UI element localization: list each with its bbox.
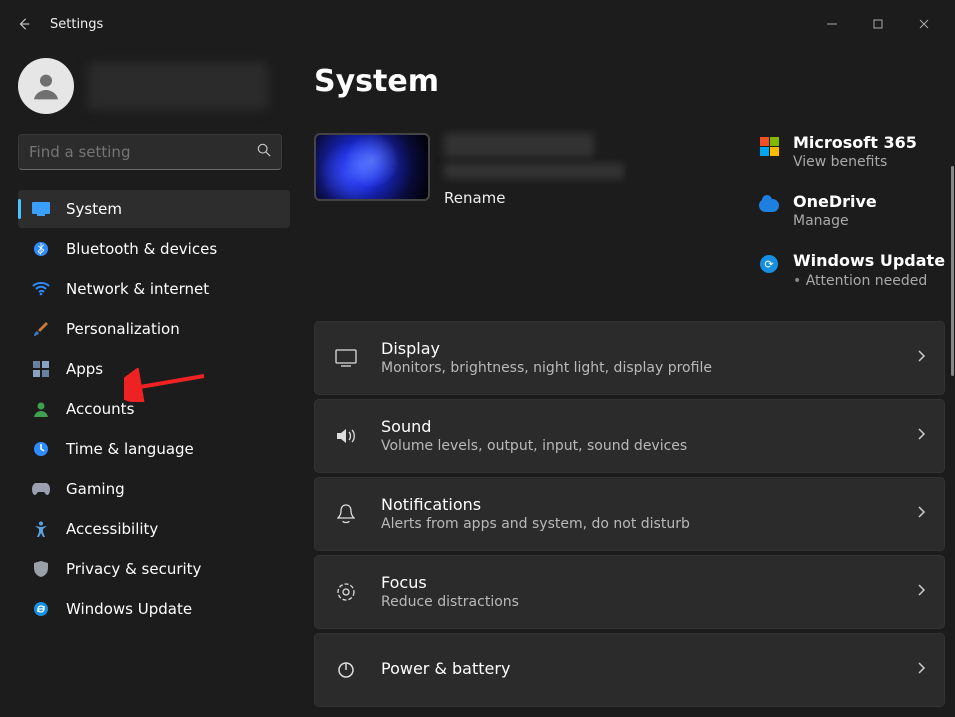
- main-content: System Rename Microsoft 365 View b: [300, 48, 955, 717]
- profile-name-redacted: [88, 62, 268, 110]
- nav-label: Accessibility: [66, 520, 280, 538]
- sound-icon: [333, 427, 359, 445]
- settings-cards: Display Monitors, brightness, night ligh…: [308, 321, 955, 707]
- card-focus[interactable]: Focus Reduce distractions: [314, 555, 945, 629]
- search-icon: [257, 143, 271, 161]
- apps-icon: [32, 360, 50, 378]
- card-title: Display: [381, 339, 896, 358]
- nav-label: Windows Update: [66, 600, 280, 618]
- sidebar: System Bluetooth & devices Network & int…: [0, 48, 300, 717]
- rename-link[interactable]: Rename: [444, 189, 624, 207]
- device-name-redacted: [444, 133, 594, 157]
- nav-apps[interactable]: Apps: [18, 350, 290, 388]
- service-subtext: Manage: [793, 213, 877, 229]
- maximize-button[interactable]: [855, 8, 901, 40]
- chevron-right-icon: [918, 350, 926, 366]
- card-subtitle: Reduce distractions: [381, 594, 896, 610]
- shield-icon: [32, 560, 50, 578]
- nav-label: Bluetooth & devices: [66, 240, 280, 258]
- system-top-row: Rename Microsoft 365 View benefits: [308, 133, 955, 289]
- focus-icon: [333, 582, 359, 602]
- service-windows-update[interactable]: ⟳ Windows Update Attention needed: [759, 251, 949, 288]
- card-power-battery[interactable]: Power & battery: [314, 633, 945, 707]
- card-title: Focus: [381, 573, 896, 592]
- avatar: [18, 58, 74, 114]
- service-subtext: Attention needed: [793, 273, 945, 289]
- device-wallpaper-thumb: [314, 133, 430, 201]
- wifi-icon: [32, 280, 50, 298]
- card-title: Power & battery: [381, 659, 896, 678]
- nav-accounts[interactable]: Accounts: [18, 390, 290, 428]
- person-icon: [32, 400, 50, 418]
- paintbrush-icon: [32, 320, 50, 338]
- chevron-right-icon: [918, 662, 926, 678]
- card-title: Sound: [381, 417, 896, 436]
- card-sound[interactable]: Sound Volume levels, output, input, soun…: [314, 399, 945, 473]
- scrollbar[interactable]: [951, 166, 954, 376]
- nav-bluetooth[interactable]: Bluetooth & devices: [18, 230, 290, 268]
- onedrive-icon: [759, 195, 779, 215]
- nav-label: Network & internet: [66, 280, 280, 298]
- display-icon: [333, 349, 359, 367]
- minimize-button[interactable]: [809, 8, 855, 40]
- services-column: Microsoft 365 View benefits OneDrive Man…: [759, 133, 949, 289]
- titlebar: Settings: [0, 0, 955, 48]
- card-display[interactable]: Display Monitors, brightness, night ligh…: [314, 321, 945, 395]
- back-button[interactable]: [8, 8, 40, 40]
- bell-icon: [333, 504, 359, 524]
- nav-label: Personalization: [66, 320, 280, 338]
- nav-personalization[interactable]: Personalization: [18, 310, 290, 348]
- nav-privacy[interactable]: Privacy & security: [18, 550, 290, 588]
- service-onedrive[interactable]: OneDrive Manage: [759, 192, 949, 229]
- service-subtext: View benefits: [793, 154, 917, 170]
- service-microsoft-365[interactable]: Microsoft 365 View benefits: [759, 133, 949, 170]
- nav-network[interactable]: Network & internet: [18, 270, 290, 308]
- nav-accessibility[interactable]: Accessibility: [18, 510, 290, 548]
- device-block[interactable]: Rename: [314, 133, 624, 289]
- card-subtitle: Volume levels, output, input, sound devi…: [381, 438, 896, 454]
- nav-label: Apps: [66, 360, 280, 378]
- chevron-right-icon: [918, 428, 926, 444]
- nav-label: Accounts: [66, 400, 280, 418]
- nav-time-language[interactable]: Time & language: [18, 430, 290, 468]
- nav-gaming[interactable]: Gaming: [18, 470, 290, 508]
- nav-label: System: [66, 200, 280, 218]
- search-input[interactable]: [29, 143, 257, 161]
- search-box[interactable]: [18, 134, 282, 170]
- gamepad-icon: [32, 480, 50, 498]
- back-arrow-icon: [17, 17, 31, 31]
- card-notifications[interactable]: Notifications Alerts from apps and syste…: [314, 477, 945, 551]
- service-label: Windows Update: [793, 251, 945, 270]
- profile-block[interactable]: [18, 56, 290, 116]
- clock-globe-icon: [32, 440, 50, 458]
- microsoft-365-icon: [759, 136, 779, 156]
- windows-update-icon: ⟳: [759, 254, 779, 274]
- update-icon: [32, 600, 50, 618]
- system-icon: [32, 200, 50, 218]
- nav-label: Privacy & security: [66, 560, 280, 578]
- card-title: Notifications: [381, 495, 896, 514]
- window-title: Settings: [50, 17, 103, 32]
- nav-system[interactable]: System: [18, 190, 290, 228]
- page-title: System: [314, 64, 955, 99]
- nav-list: System Bluetooth & devices Network & int…: [18, 190, 290, 628]
- nav-label: Time & language: [66, 440, 280, 458]
- nav-windows-update[interactable]: Windows Update: [18, 590, 290, 628]
- power-icon: [333, 661, 359, 679]
- close-button[interactable]: [901, 8, 947, 40]
- card-subtitle: Monitors, brightness, night light, displ…: [381, 360, 896, 376]
- device-model-redacted: [444, 163, 624, 179]
- bluetooth-icon: [32, 240, 50, 258]
- user-icon: [30, 70, 62, 102]
- service-label: OneDrive: [793, 192, 877, 211]
- nav-label: Gaming: [66, 480, 280, 498]
- chevron-right-icon: [918, 584, 926, 600]
- window-controls: [809, 8, 947, 40]
- service-label: Microsoft 365: [793, 133, 917, 152]
- accessibility-icon: [32, 520, 50, 538]
- chevron-right-icon: [918, 506, 926, 522]
- card-subtitle: Alerts from apps and system, do not dist…: [381, 516, 896, 532]
